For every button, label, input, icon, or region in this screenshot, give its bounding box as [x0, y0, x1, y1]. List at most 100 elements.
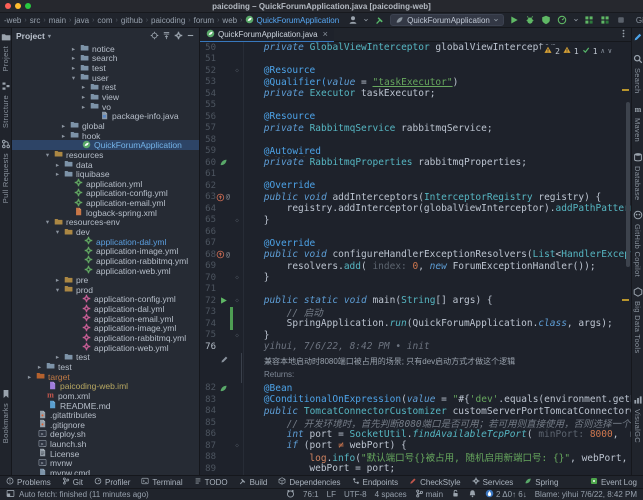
breadcrumb-item[interactable]: github: [121, 16, 143, 25]
fold-icon[interactable]: ◇: [233, 67, 241, 74]
code-line-52[interactable]: 52◇@Resource: [200, 65, 631, 77]
tree-item-application-image-yml[interactable]: application-image.yml: [12, 246, 199, 256]
code-line-58[interactable]: 58: [200, 134, 631, 146]
tool-window-button-dependencies[interactable]: Dependencies: [278, 477, 340, 487]
tool-window-button-todo[interactable]: TODO: [194, 477, 228, 487]
code-line-74[interactable]: 74SpringApplication.run(QuickForumApplic…: [200, 318, 631, 330]
tree-chevron-icon[interactable]: ▸: [80, 83, 87, 91]
project-view-select[interactable]: Project: [16, 31, 45, 41]
tool-window-button-git[interactable]: Git: [62, 477, 83, 487]
code-line-56[interactable]: 56@Resource: [200, 111, 631, 123]
code-line-85[interactable]: 85// 开发环境时，首先判断8080端口是否可用；若可用则直接使用，否则选择一…: [200, 417, 631, 429]
tree-item-application-web-yml[interactable]: application-web.yml: [12, 266, 199, 276]
tree-item-hook[interactable]: ▸hook: [12, 131, 199, 141]
code-line-70[interactable]: 70◇}: [200, 272, 631, 284]
tree-item-resources-env[interactable]: ▾resources-env: [12, 218, 199, 228]
select-opened-file-icon[interactable]: [150, 31, 159, 42]
run-configuration-select[interactable]: QuickForumApplication: [390, 14, 504, 26]
tree-item-prod[interactable]: ▾prod: [12, 285, 199, 295]
code-line-63[interactable]: 63@public void addInterceptors(Intercept…: [200, 192, 631, 204]
code-line-64[interactable]: 64registry.addInterceptor(globalViewInte…: [200, 203, 631, 215]
breadcrumb-item[interactable]: -web: [4, 16, 21, 25]
code-line-59[interactable]: 59@Autowired: [200, 146, 631, 158]
tool-window-button-event-log[interactable]: Event Log: [590, 477, 637, 487]
breadcrumb-item[interactable]: forum: [194, 16, 214, 25]
tree-chevron-icon[interactable]: ▸: [80, 93, 87, 101]
code-line-66[interactable]: 66: [200, 226, 631, 238]
code-line-83[interactable]: 83@ConditionalOnExpression(value = "#{'d…: [200, 394, 631, 406]
code-line-86[interactable]: 86int port = SocketUtil.findAvailableTcp…: [200, 429, 631, 441]
spring-bean-gutter-icon[interactable]: [216, 157, 230, 168]
tree-chevron-icon[interactable]: ▸: [54, 276, 61, 284]
status-widget-76-1[interactable]: 76:1: [303, 490, 319, 499]
tree-item-application-rabbitmq-yml[interactable]: application-rabbitmq.yml: [12, 333, 199, 343]
status-widget-main[interactable]: main: [415, 489, 443, 500]
status-widget-locki[interactable]: [451, 489, 460, 500]
breadcrumb-item[interactable]: src: [30, 16, 41, 25]
inspections-widget[interactable]: 2 1 1 ∧ ∨: [541, 45, 615, 57]
chevron-down-icon[interactable]: ▾: [48, 33, 51, 40]
editor-scrollbar[interactable]: [626, 102, 630, 267]
stripe-warning-mark[interactable]: [622, 299, 629, 301]
code-line-73[interactable]: 73// 启动: [200, 307, 631, 319]
tab-quickforumapplication[interactable]: QuickForumApplication.java ×: [200, 28, 334, 42]
tree-item-pom-xml[interactable]: mpom.xml: [12, 391, 199, 401]
breadcrumb-item[interactable]: java: [74, 16, 89, 25]
tool-window-switcher-icon[interactable]: [6, 489, 15, 500]
tool-stripe-item-bookmarks[interactable]: Bookmarks: [1, 389, 11, 443]
tree-item-search[interactable]: ▸search: [12, 54, 199, 64]
code-line-67[interactable]: 67@Override: [200, 238, 631, 250]
status-widget-lf[interactable]: LF: [327, 490, 336, 499]
tree-chevron-icon[interactable]: ▾: [54, 228, 61, 236]
stripe-warning-mark[interactable]: [622, 89, 629, 91]
tool-stripe-item-project[interactable]: Project: [1, 32, 11, 71]
code-area[interactable]: 2 1 1 ∧ ∨ 50private GlobalViewIntercepto…: [200, 42, 631, 475]
collapse-all-icon[interactable]: [162, 31, 171, 42]
tool-window-button-build[interactable]: Build: [239, 477, 268, 487]
code-line-71[interactable]: 71: [200, 284, 631, 296]
code-line-88[interactable]: 88log.info("默认端口号{}被占用, 随机启用新端口号: {}", w…: [200, 452, 631, 464]
tree-item-user[interactable]: ▾user: [12, 73, 199, 83]
tree-item-notice[interactable]: ▸notice: [12, 44, 199, 54]
status-widget-memi[interactable]: [286, 489, 295, 500]
profiler-button[interactable]: [557, 15, 568, 26]
tree-item-resources[interactable]: ▾resources: [12, 150, 199, 160]
tree-item-view[interactable]: ▸view: [12, 92, 199, 102]
code-line-60[interactable]: 60private RabbitmqProperties rabbitmqPro…: [200, 157, 631, 169]
override-gutter-icon[interactable]: @: [216, 192, 230, 203]
tree-chevron-icon[interactable]: ▾: [70, 74, 77, 82]
code-line-57[interactable]: 57private RabbitmqService rabbitmqServic…: [200, 123, 631, 135]
run-gutter-icon[interactable]: [216, 295, 230, 306]
tool-stripe-item-github-copilot[interactable]: GitHub Copilot: [633, 210, 643, 277]
code-line-68[interactable]: 68@public void configureHandlerException…: [200, 249, 631, 261]
chevron-down-icon[interactable]: [363, 15, 369, 26]
code-line-75[interactable]: 75◇}: [200, 330, 631, 342]
code-line-62[interactable]: 62@Override: [200, 180, 631, 192]
tree-item-application-config-yml[interactable]: application-config.yml: [12, 189, 199, 199]
coverage-button[interactable]: [541, 15, 552, 26]
prev-problem-icon[interactable]: ∧: [601, 47, 605, 55]
tool-stripe-item-structure[interactable]: Structure: [1, 81, 11, 128]
tool-window-button-problems[interactable]: Problems: [6, 477, 51, 487]
tree-item-application-email-yml[interactable]: application-email.yml: [12, 314, 199, 324]
breadcrumb-item[interactable]: main: [49, 16, 66, 25]
breadcrumb-item[interactable]: com: [97, 16, 112, 25]
status-widget-belli[interactable]: [468, 489, 477, 500]
tree-item-application-rabbitmq-yml[interactable]: application-rabbitmq.yml: [12, 256, 199, 266]
build-hammer-icon[interactable]: [374, 15, 385, 26]
user-menu-icon[interactable]: [347, 15, 358, 26]
close-icon[interactable]: ×: [323, 29, 328, 39]
fold-icon[interactable]: ◇: [233, 297, 241, 304]
tool-stripe-item-visualgc[interactable]: VisualGC: [633, 395, 643, 443]
code-line-61[interactable]: 61: [200, 169, 631, 181]
code-line-89[interactable]: 89webPort = port;: [200, 463, 631, 475]
tree-item-application-web-yml[interactable]: application-web.yml: [12, 343, 199, 353]
tool-stripe-item-maven[interactable]: mMaven: [633, 104, 643, 142]
tree-item-test[interactable]: ▸test: [12, 63, 199, 73]
code-line-76[interactable]: 76yihui, 7/6/22, 8:42 PM • init: [200, 341, 631, 353]
breadcrumb-item[interactable]: web: [222, 16, 237, 25]
fold-icon[interactable]: ◇: [233, 274, 241, 281]
tree-item-application-image-yml[interactable]: application-image.yml: [12, 324, 199, 334]
tree-item-liquibase[interactable]: ▸liquibase: [12, 169, 199, 179]
tool-window-button-endpoints[interactable]: Endpoints: [352, 477, 399, 487]
